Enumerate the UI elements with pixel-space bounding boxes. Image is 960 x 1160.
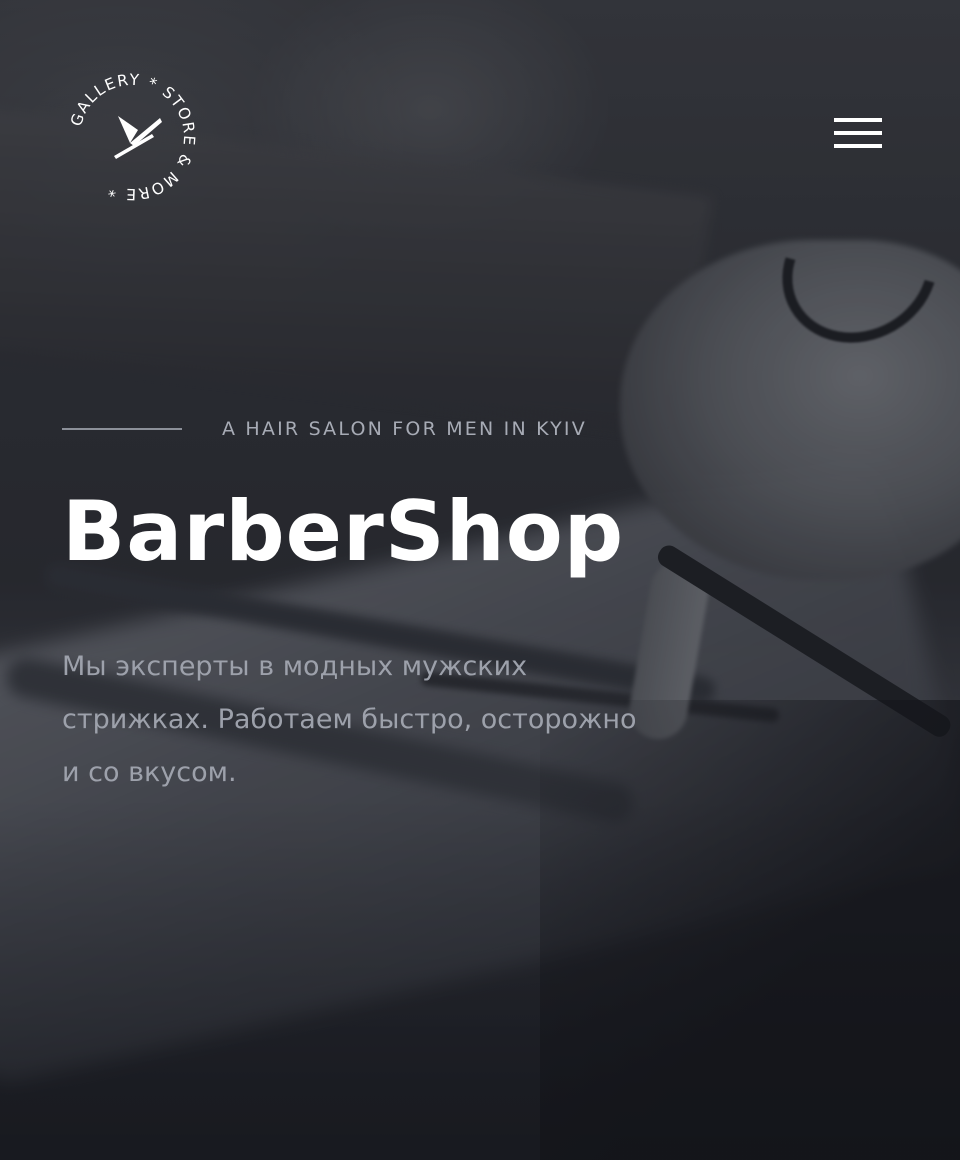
logo-emblem: GALLERY * STORE & MORE * [67, 72, 196, 202]
tagline-divider [62, 428, 182, 430]
logo-link[interactable]: GALLERY * STORE & MORE * [56, 72, 208, 202]
hero-tagline: A HAIR SALON FOR MEN IN KYIV [222, 418, 587, 440]
hamburger-menu-icon [834, 118, 882, 122]
razor-icon [114, 116, 162, 159]
hero-section: GALLERY * STORE & MORE * A HAIR SALON FO… [0, 0, 960, 1160]
tagline-row: A HAIR SALON FOR MEN IN KYIV [62, 418, 587, 440]
hamburger-menu-button[interactable] [830, 116, 886, 156]
hero-description: Мы эксперты в модных мужских стрижках. Р… [62, 651, 637, 788]
hero-title: BarberShop [62, 483, 625, 580]
